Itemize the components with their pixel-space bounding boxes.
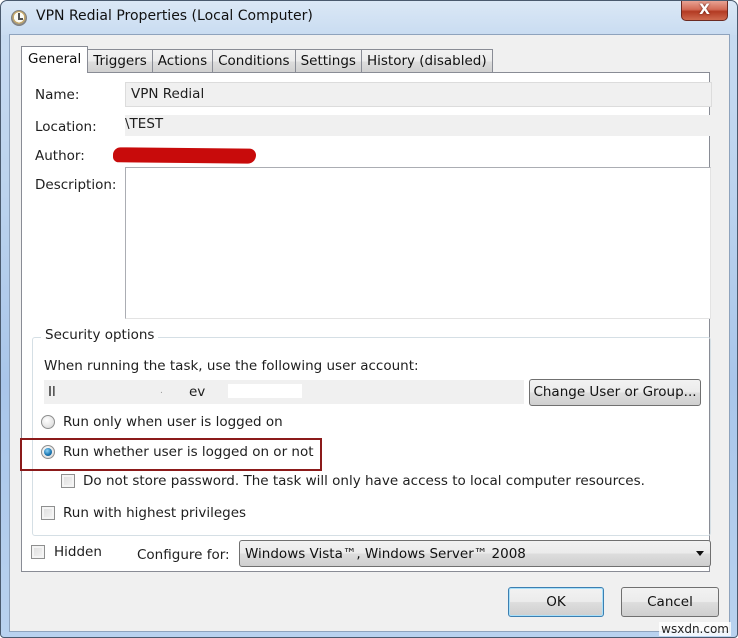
do-not-store-password-checkbox[interactable]: [61, 474, 75, 488]
general-tab-panel: Name: VPN Redial Location: \TEST Author:…: [20, 72, 712, 572]
name-field[interactable]: VPN Redial: [125, 82, 712, 107]
security-options-title: Security options: [41, 327, 159, 343]
tab-triggers[interactable]: Triggers: [87, 49, 153, 73]
run-only-logged-on-label[interactable]: Run only when user is logged on: [63, 414, 283, 430]
description-textarea[interactable]: [125, 167, 711, 319]
configure-for-selected: Windows Vista™, Windows Server™ 2008: [245, 546, 526, 562]
name-label: Name:: [35, 87, 80, 103]
author-label: Author:: [35, 148, 85, 164]
account-text-mid: .: [160, 386, 163, 396]
run-highest-privileges-label[interactable]: Run with highest privileges: [63, 505, 246, 521]
hidden-label[interactable]: Hidden: [54, 544, 102, 560]
do-not-store-password-label[interactable]: Do not store password. The task will onl…: [83, 473, 645, 489]
tab-settings[interactable]: Settings: [294, 49, 362, 73]
description-label: Description:: [35, 177, 117, 193]
location-field: \TEST: [125, 115, 712, 136]
cancel-button[interactable]: Cancel: [621, 587, 719, 617]
user-account-field: Il . ev: [44, 380, 524, 404]
task-properties-window: VPN Redial Properties (Local Computer) X…: [0, 0, 738, 638]
close-button[interactable]: X: [681, 1, 728, 21]
change-user-or-group-button[interactable]: Change User or Group...: [529, 379, 701, 406]
clock-icon: [11, 10, 27, 26]
run-whether-logged-on-radio[interactable]: [41, 445, 55, 459]
run-whether-logged-on-label[interactable]: Run whether user is logged on or not: [63, 444, 314, 460]
dropdown-arrow-icon: [696, 551, 704, 556]
run-only-logged-on-radio[interactable]: [41, 415, 55, 429]
account-redacted-block: [228, 384, 302, 398]
location-label: Location:: [35, 119, 97, 135]
hidden-checkbox[interactable]: [31, 545, 45, 559]
dialog-client-area: General Triggers Actions Conditions Sett…: [9, 34, 730, 632]
run-highest-privileges-checkbox[interactable]: [41, 506, 55, 520]
tab-strip: General Triggers Actions Conditions Sett…: [21, 46, 493, 73]
ok-button[interactable]: OK: [508, 587, 604, 617]
configure-for-dropdown[interactable]: Windows Vista™, Windows Server™ 2008: [239, 540, 711, 567]
account-prompt: When running the task, use the following…: [44, 358, 419, 374]
tab-actions[interactable]: Actions: [151, 49, 214, 73]
tab-general[interactable]: General: [21, 46, 89, 73]
watermark: wsxdn.com: [659, 622, 731, 636]
configure-for-label: Configure for:: [137, 547, 230, 563]
author-redacted-value: [112, 147, 257, 164]
window-title: VPN Redial Properties (Local Computer): [36, 8, 313, 24]
account-text-end: ev: [189, 384, 206, 400]
tab-history[interactable]: History (disabled): [360, 49, 493, 73]
title-bar[interactable]: VPN Redial Properties (Local Computer) X: [1, 1, 737, 35]
tab-conditions[interactable]: Conditions: [212, 49, 296, 73]
account-text-start: Il: [48, 384, 56, 400]
